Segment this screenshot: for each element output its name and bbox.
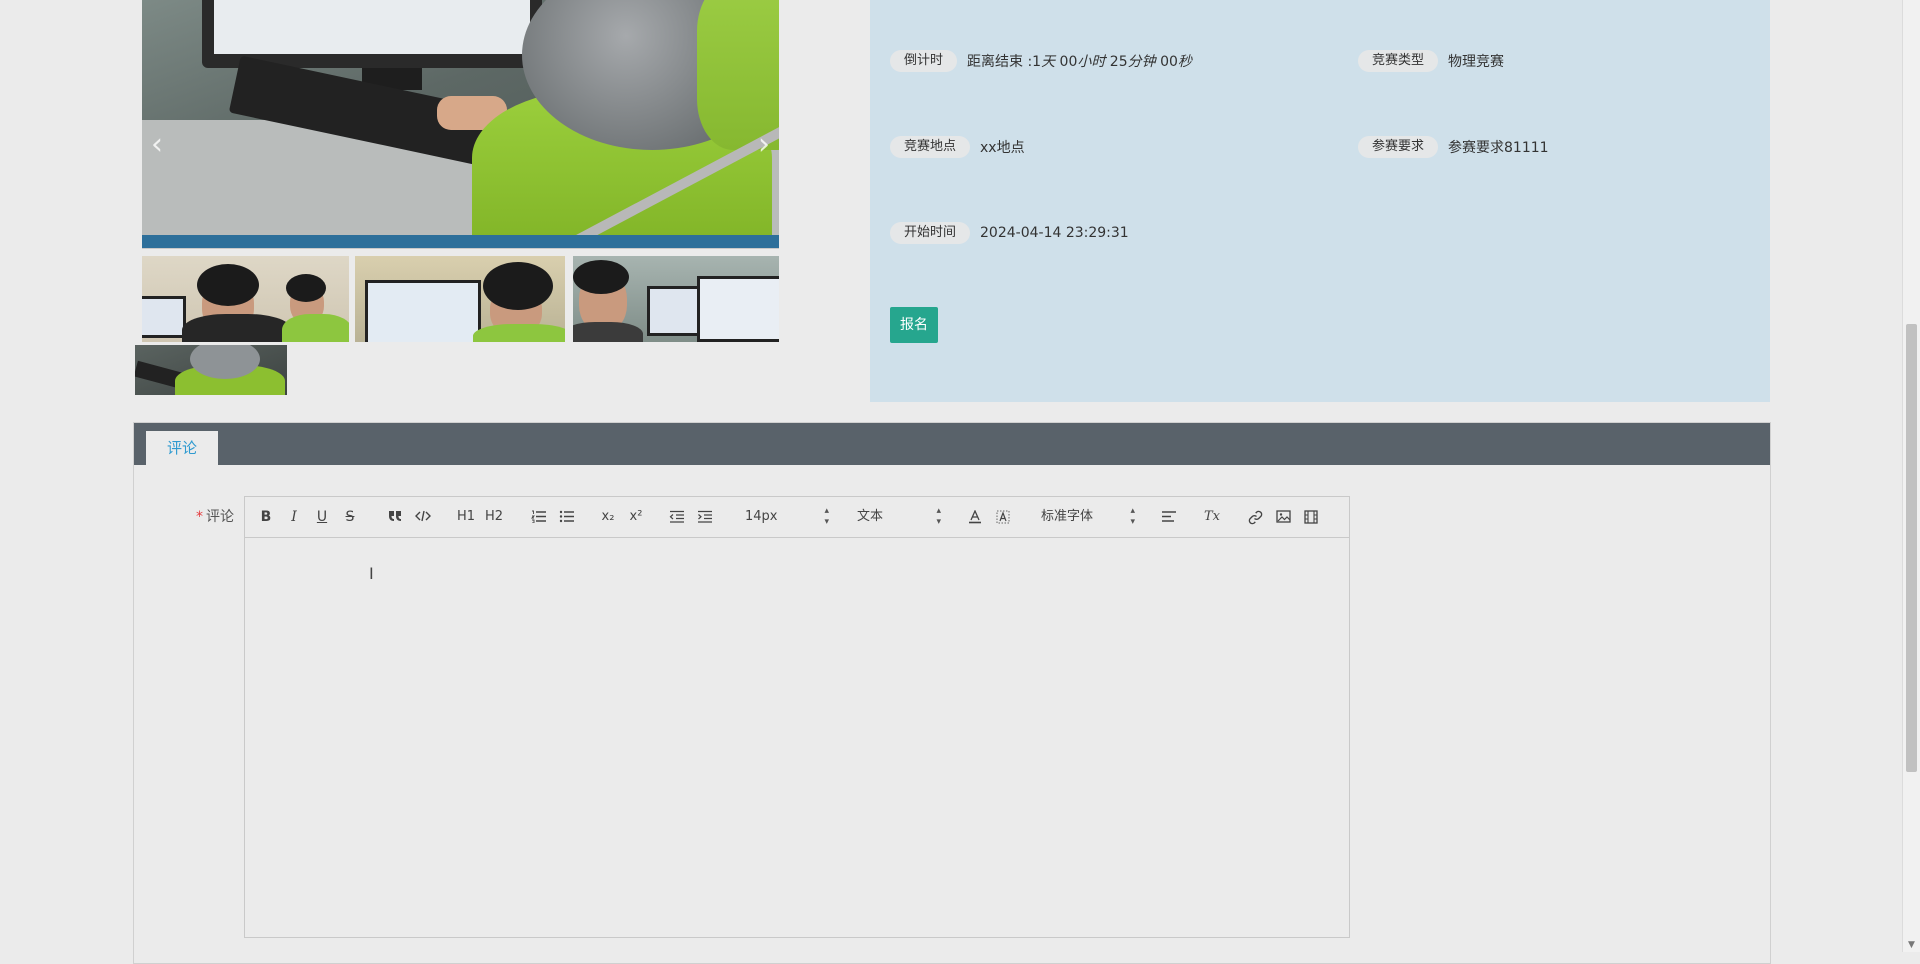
- tab-comments[interactable]: 评论: [146, 431, 218, 465]
- thumbnail-1[interactable]: [142, 256, 349, 342]
- image-icon[interactable]: [1273, 506, 1293, 528]
- requirement-row: 参赛要求 参赛要求81111: [1358, 136, 1549, 158]
- countdown-value: 距离结束 :1天 00小时 25分钟 00秒: [967, 54, 1192, 70]
- clear-format-button[interactable]: Tx: [1201, 506, 1223, 528]
- page-scrollbar[interactable]: ▼: [1902, 0, 1920, 952]
- competition-type-value: 物理竞赛: [1448, 54, 1505, 70]
- font-family-picker[interactable]: 标准字体 ▴ ▾: [1041, 506, 1135, 528]
- requirement-value: 参赛要求81111: [1448, 140, 1549, 156]
- main-competition-image: [142, 0, 779, 249]
- underline-button[interactable]: U: [313, 506, 331, 528]
- signup-button[interactable]: 报名: [890, 307, 938, 343]
- video-icon[interactable]: [1301, 506, 1321, 528]
- countdown-row: 倒计时 距离结束 :1天 00小时 25分钟 00秒: [890, 50, 1192, 72]
- heading-2-button[interactable]: H2: [483, 506, 505, 528]
- header-format-picker[interactable]: 文本 ▴ ▾: [857, 506, 941, 528]
- requirement-tag: 参赛要求: [1358, 136, 1439, 158]
- competition-type-tag: 竞赛类型: [1358, 50, 1439, 72]
- start-time-tag: 开始时间: [890, 222, 971, 244]
- ordered-list-icon[interactable]: [529, 506, 549, 528]
- thumbnail-strip: [142, 256, 779, 342]
- carousel-prev-button[interactable]: ‹: [145, 130, 169, 160]
- comment-section: 评论 * 评论 B I U S H1 H2 x₂ x² 14px ▴ ▾ 文本 …: [133, 422, 1771, 964]
- bullet-list-icon[interactable]: [557, 506, 577, 528]
- start-time-value: 2024-04-14 23:29:31: [980, 225, 1129, 241]
- scroll-down-arrow-icon[interactable]: ▼: [1903, 940, 1920, 950]
- outdent-icon[interactable]: [667, 506, 687, 528]
- subscript-button[interactable]: x₂: [597, 506, 619, 528]
- rich-text-editor: B I U S H1 H2 x₂ x² 14px ▴ ▾ 文本 ▴ ▾ 标准字体…: [244, 496, 1350, 938]
- blockquote-icon[interactable]: [385, 506, 405, 528]
- comment-field-label: * 评论: [196, 509, 234, 525]
- link-icon[interactable]: [1245, 506, 1265, 528]
- thumbnail-4[interactable]: [135, 345, 287, 395]
- start-time-row: 开始时间 2024-04-14 23:29:31: [890, 222, 1129, 244]
- comment-tab-bar: 评论: [134, 423, 1770, 465]
- code-block-icon[interactable]: [413, 506, 433, 528]
- thumbnail-3[interactable]: [573, 256, 779, 342]
- align-icon[interactable]: [1159, 506, 1179, 528]
- thumbnail-2[interactable]: [355, 256, 565, 342]
- bold-button[interactable]: B: [257, 506, 275, 528]
- font-size-picker[interactable]: 14px ▴ ▾: [745, 506, 829, 528]
- strike-button[interactable]: S: [341, 506, 359, 528]
- competition-type-row: 竞赛类型 物理竞赛: [1358, 50, 1504, 72]
- required-mark: *: [196, 509, 203, 525]
- font-color-icon[interactable]: [965, 506, 985, 528]
- location-row: 竞赛地点 xx地点: [890, 136, 1025, 158]
- superscript-button[interactable]: x²: [625, 506, 647, 528]
- carousel-next-button[interactable]: ›: [752, 130, 776, 160]
- heading-1-button[interactable]: H1: [455, 506, 477, 528]
- location-tag: 竞赛地点: [890, 136, 971, 158]
- italic-button[interactable]: I: [285, 506, 303, 528]
- location-value: xx地点: [980, 140, 1025, 156]
- comment-editor-area[interactable]: I: [245, 538, 1349, 937]
- countdown-tag: 倒计时: [890, 50, 958, 72]
- indent-icon[interactable]: [695, 506, 715, 528]
- text-cursor-icon: I: [369, 564, 374, 583]
- background-color-icon[interactable]: [993, 506, 1013, 528]
- editor-toolbar: B I U S H1 H2 x₂ x² 14px ▴ ▾ 文本 ▴ ▾ 标准字体…: [245, 497, 1349, 538]
- scrollbar-thumb[interactable]: [1906, 324, 1917, 772]
